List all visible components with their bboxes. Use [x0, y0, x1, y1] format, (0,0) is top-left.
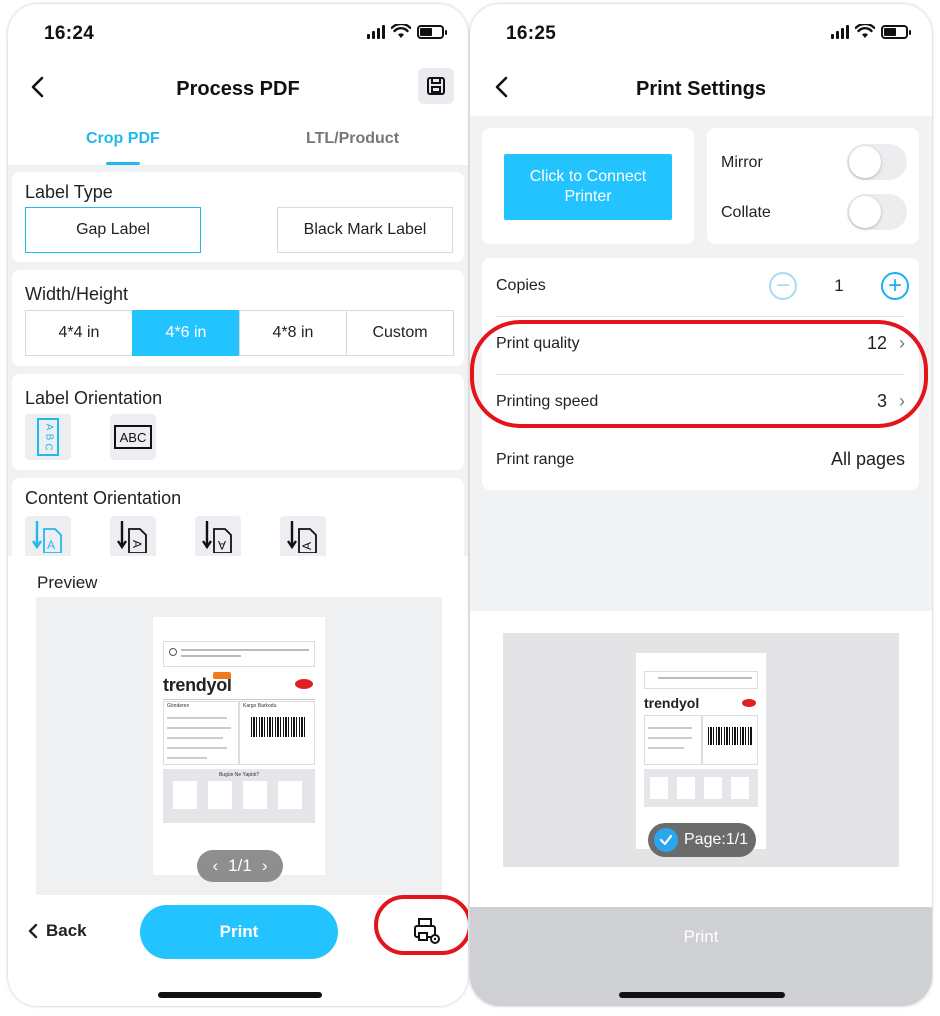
status-time: 16:25: [506, 23, 557, 44]
home-indicator: [158, 992, 322, 998]
barcode-graphic: [708, 727, 752, 745]
back-label: Back: [46, 921, 87, 940]
barcode-graphic: [251, 717, 305, 737]
svg-text:A: A: [47, 538, 55, 552]
connect-card: Click to Connect Printer: [482, 128, 694, 244]
cellular-signal-icon: [831, 24, 849, 39]
print-button[interactable]: Print: [470, 927, 932, 947]
preview-title: Preview: [37, 573, 98, 592]
copies-row: Copies − 1 +: [482, 258, 919, 316]
print-range-row[interactable]: Print range All pages: [482, 432, 919, 490]
print-range-value: All pages: [830, 449, 905, 469]
battery-icon: [417, 24, 447, 39]
size-option-4x4[interactable]: 4*4 in: [25, 310, 133, 356]
content-rotate-90-icon[interactable]: A: [110, 516, 156, 556]
settings-panel: Click to Connect Printer Mirror Collate …: [470, 116, 932, 611]
status-icons: [831, 24, 911, 39]
preview-canvas: trendyol Gönderen Kargo Barkodu Bugün Ne…: [36, 597, 442, 895]
print-range-label: Print range: [496, 451, 575, 468]
shipping-label-preview: trendyol: [636, 653, 766, 849]
printer-settings-icon[interactable]: [410, 915, 442, 947]
battery-icon: [881, 24, 911, 39]
save-button[interactable]: [418, 68, 454, 104]
portrait-orientation-icon[interactable]: ABC: [25, 414, 71, 460]
preview-section: trendyol Page:1/1: [470, 611, 932, 906]
right-screen: 16:25 Print Settings Click to Connect Pr…: [470, 4, 932, 1006]
nav-bar: Print Settings: [470, 64, 932, 116]
print-button[interactable]: Print: [140, 905, 338, 959]
preview-section: Preview trendyol Gönderen Kargo Barkodu …: [8, 557, 468, 897]
status-bar: 16:25: [470, 4, 932, 60]
status-icons: [367, 24, 447, 39]
sender-heading: Gönderen: [167, 703, 190, 709]
tab-bar: Crop PDF LTL/Product: [8, 116, 468, 166]
preview-canvas: trendyol Page:1/1: [503, 633, 899, 867]
svg-text:A: A: [130, 540, 144, 548]
tab-crop-pdf[interactable]: Crop PDF: [86, 130, 160, 148]
next-page-icon[interactable]: ›: [262, 856, 268, 876]
tab-ltl-product[interactable]: LTL/Product: [306, 130, 399, 148]
gap-label-button[interactable]: Gap Label: [25, 207, 201, 253]
page-title: Process PDF: [176, 78, 300, 100]
status-time: 16:24: [44, 23, 95, 44]
page-indicator: 1/1: [228, 856, 252, 875]
bottom-action-bar: Print: [470, 907, 932, 1006]
label-orientation-title: Label Orientation: [25, 388, 163, 408]
mirror-label: Mirror: [721, 154, 763, 171]
width-height-section: Width/Height 4*4 in 4*6 in 4*8 in Custom: [12, 270, 464, 366]
page-badge-label: Page:1/1: [684, 831, 749, 848]
size-option-4x8[interactable]: 4*8 in: [239, 310, 347, 356]
content-orientation-section: Content Orientation A A A A: [12, 478, 464, 556]
label-type-title: Label Type: [25, 182, 113, 202]
landscape-orientation-icon[interactable]: ABC: [110, 414, 156, 460]
connect-printer-button[interactable]: Click to Connect Printer: [504, 154, 672, 220]
page-title: Print Settings: [635, 78, 766, 100]
copies-label: Copies: [496, 277, 546, 294]
copies-stepper: − 1 +: [769, 272, 909, 302]
svg-text:A: A: [218, 538, 226, 552]
barcode-heading: Kargo Barkodu: [243, 703, 277, 709]
prev-page-icon[interactable]: ‹: [213, 856, 219, 876]
survey-title: Bugün Ne Yaptık?: [218, 772, 260, 778]
wifi-icon: [391, 24, 411, 38]
active-tab-indicator: [106, 162, 140, 165]
content-rotate-180-icon[interactable]: A: [195, 516, 241, 556]
label-type-section: Label Type Gap Label Black Mark Label: [12, 172, 464, 262]
collate-label: Collate: [721, 204, 771, 221]
toggles-card: Mirror Collate: [707, 128, 919, 244]
landscape-orientation-label: ABC: [114, 425, 152, 449]
back-button[interactable]: Back: [28, 921, 87, 941]
label-orientation-section: Label Orientation ABC ABC: [12, 374, 464, 470]
home-indicator: [619, 992, 785, 998]
mirror-toggle[interactable]: [847, 144, 907, 180]
nav-bar: Process PDF: [8, 64, 468, 116]
content-rotate-0-icon[interactable]: A: [25, 516, 71, 556]
highlight-oval: [470, 320, 928, 428]
brand-logo: trendyol: [644, 695, 700, 711]
collate-toggle[interactable]: [847, 194, 907, 230]
increment-button[interactable]: +: [881, 272, 909, 300]
size-option-custom[interactable]: Custom: [346, 310, 454, 356]
size-option-4x6[interactable]: 4*6 in: [132, 310, 240, 356]
page-badge: Page:1/1: [648, 823, 756, 857]
left-screen: 16:24 Process PDF Crop PDF LTL/Product L…: [8, 4, 468, 1006]
shipping-label-preview: trendyol Gönderen Kargo Barkodu Bugün Ne…: [153, 617, 325, 875]
bottom-action-bar: Back Print: [8, 895, 468, 1006]
check-icon: [654, 828, 678, 852]
content-rotate-270-icon[interactable]: A: [280, 516, 326, 556]
width-height-title: Width/Height: [25, 284, 129, 304]
content-orientation-title: Content Orientation: [25, 488, 182, 508]
save-icon: [427, 77, 445, 95]
black-mark-label-button[interactable]: Black Mark Label: [277, 207, 453, 253]
svg-text:A: A: [300, 542, 314, 550]
page-pager[interactable]: ‹ 1/1 ›: [197, 850, 283, 882]
cellular-signal-icon: [367, 24, 385, 39]
back-arrow-icon: [28, 923, 38, 939]
wifi-icon: [855, 24, 875, 38]
status-bar: 16:24: [8, 4, 468, 60]
options-panel: Label Type Gap Label Black Mark Label Wi…: [8, 166, 468, 556]
